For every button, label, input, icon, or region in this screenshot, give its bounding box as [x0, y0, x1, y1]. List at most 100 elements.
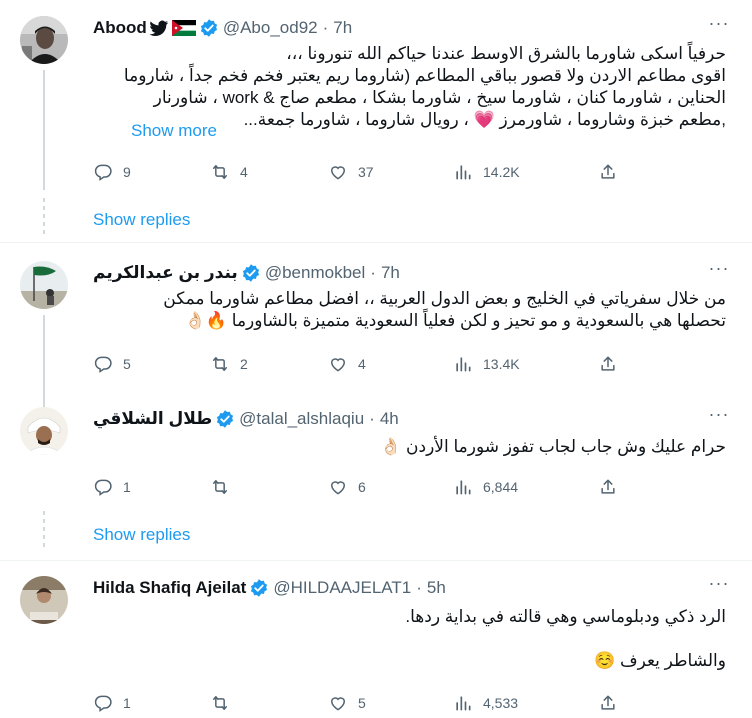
share-button[interactable]: [598, 354, 618, 374]
display-name[interactable]: طلال الشلاقي: [93, 409, 212, 429]
tweet-text: حرفياً اسكى شاورما بالشرق الاوسط عندنا ح…: [94, 43, 726, 131]
separator-dot: ·: [369, 409, 375, 428]
reply-count: 1: [123, 695, 131, 711]
handle[interactable]: @HILDAAJELAT1: [273, 578, 411, 598]
tweet[interactable]: Abood @Abo_od92 · 7h ··· حرفياً اسكى شاو…: [0, 14, 752, 242]
tweet[interactable]: بندر بن عبدالكريم @benmokbel · 7h ··· من…: [0, 259, 752, 420]
action-bar: 1 5 4,533: [93, 693, 633, 715]
avatar[interactable]: [20, 576, 68, 624]
reply-icon: [93, 693, 113, 713]
thread-line: [43, 70, 45, 190]
like-count: 4: [358, 356, 366, 372]
tweet-header: طلال الشلاقي @talal_alshlaqiu · 4h: [93, 407, 399, 431]
verified-icon: [249, 578, 269, 598]
views-button[interactable]: 6,844: [453, 477, 518, 497]
reply-icon: [93, 477, 113, 497]
more-icon[interactable]: ···: [706, 574, 732, 596]
repost-icon: [210, 693, 230, 713]
avatar[interactable]: [20, 261, 68, 309]
more-icon[interactable]: ···: [706, 14, 732, 36]
tweet-header: Abood @Abo_od92 · 7h: [93, 16, 352, 40]
share-icon: [598, 693, 618, 713]
tweet-header: Hilda Shafiq Ajeilat @HILDAAJELAT1 · 5h: [93, 576, 446, 600]
display-name[interactable]: Hilda Shafiq Ajeilat: [93, 578, 246, 598]
thread-line: [43, 315, 45, 420]
timestamp[interactable]: 7h: [333, 18, 352, 38]
repost-button[interactable]: 4: [210, 162, 248, 182]
avatar[interactable]: [20, 407, 68, 455]
like-button[interactable]: 5: [328, 693, 366, 713]
views-count: 4,533: [483, 695, 519, 711]
reply-button[interactable]: 1: [93, 693, 131, 713]
repost-button[interactable]: [210, 477, 240, 497]
views-button[interactable]: 13.4K: [453, 354, 520, 374]
like-count: 6: [358, 479, 366, 495]
tweet-text: حرام عليك وش جاب لجاب تفوز شورما الأردن …: [94, 436, 726, 458]
views-button[interactable]: 14.2K: [453, 162, 520, 182]
reply-button[interactable]: 5: [93, 354, 131, 374]
display-name[interactable]: بندر بن عبدالكريم: [93, 263, 238, 283]
views-count: 14.2K: [483, 164, 520, 180]
timestamp[interactable]: 7h: [381, 263, 400, 283]
views-count: 6,844: [483, 479, 519, 495]
repost-button[interactable]: [210, 693, 240, 713]
text-line: تحصلها هي بالسعودية و مو تحيز و لكن فعلي…: [184, 311, 726, 330]
handle[interactable]: @Abo_od92: [223, 18, 318, 38]
display-name[interactable]: Abood: [93, 18, 147, 38]
avatar[interactable]: [20, 16, 68, 64]
reply-count: 1: [123, 479, 131, 495]
more-icon[interactable]: ···: [706, 405, 732, 427]
text-line: حرفياً اسكى شاورما بالشرق الاوسط عندنا ح…: [286, 44, 726, 63]
separator-dot: ·: [416, 578, 422, 597]
like-button[interactable]: 37: [328, 162, 374, 182]
divider: [0, 242, 752, 243]
tweet[interactable]: Hilda Shafiq Ajeilat @HILDAAJELAT1 · 5h …: [0, 574, 752, 718]
share-button[interactable]: [598, 693, 618, 713]
separator-dot: ·: [370, 263, 376, 282]
bird-icon: [149, 20, 168, 36]
show-more-link[interactable]: Show more: [131, 121, 217, 141]
text-line: حرام عليك وش جاب لجاب تفوز شورما الأردن …: [380, 437, 726, 456]
share-icon: [598, 162, 618, 182]
reply-button[interactable]: 9: [93, 162, 131, 182]
reply-button[interactable]: 1: [93, 477, 131, 497]
like-button[interactable]: 6: [328, 477, 366, 497]
action-bar: 5 2 4 13.4K: [93, 354, 633, 376]
tweet[interactable]: طلال الشلاقي @talal_alshlaqiu · 4h ··· ح…: [0, 405, 752, 553]
reply-count: 5: [123, 356, 131, 372]
like-count: 5: [358, 695, 366, 711]
show-replies-link[interactable]: Show replies: [93, 525, 190, 545]
text-line: من خلال سفرياتي في الخليج و بعض الدول ال…: [163, 289, 726, 308]
timestamp[interactable]: 5h: [427, 578, 446, 598]
show-replies-link[interactable]: Show replies: [93, 210, 190, 230]
repost-icon: [210, 477, 230, 497]
repost-button[interactable]: 2: [210, 354, 248, 374]
more-icon[interactable]: ···: [706, 259, 732, 281]
like-count: 37: [358, 164, 374, 180]
like-button[interactable]: 4: [328, 354, 366, 374]
views-icon: [453, 354, 473, 374]
repost-count: 4: [240, 164, 248, 180]
views-icon: [453, 162, 473, 182]
tweet-text: من خلال سفرياتي في الخليج و بعض الدول ال…: [94, 288, 726, 332]
like-icon: [328, 162, 348, 182]
share-icon: [598, 477, 618, 497]
divider: [0, 560, 752, 561]
text-line: الحناين ، شاورما كنان ، شاورما سيخ ، شاو…: [153, 88, 726, 107]
share-button[interactable]: [598, 162, 618, 182]
repost-icon: [210, 354, 230, 374]
share-icon: [598, 354, 618, 374]
share-button[interactable]: [598, 477, 618, 497]
thread-dots: [43, 198, 45, 238]
jordan-flag-icon: [171, 20, 196, 36]
repost-icon: [210, 162, 230, 182]
text-line: والشاطر يعرف ☺️: [594, 651, 726, 670]
reply-count: 9: [123, 164, 131, 180]
views-icon: [453, 477, 473, 497]
handle[interactable]: @benmokbel: [265, 263, 365, 283]
separator-dot: ·: [322, 18, 329, 37]
thread-dots: [43, 511, 45, 551]
timestamp[interactable]: 4h: [380, 409, 399, 429]
views-button[interactable]: 4,533: [453, 693, 518, 713]
handle[interactable]: @talal_alshlaqiu: [239, 409, 364, 429]
